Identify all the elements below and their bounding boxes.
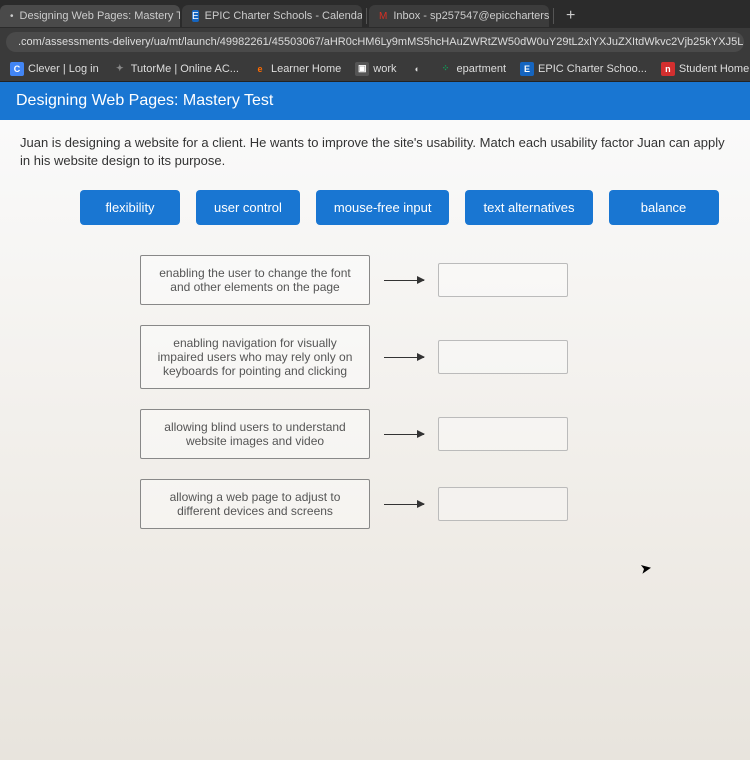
drop-zone-0[interactable]	[438, 263, 568, 297]
option-balance[interactable]: balance	[609, 190, 719, 225]
bookmark-label: Learner Home	[271, 63, 341, 75]
match-prompt-0: enabling the user to change the font and…	[140, 255, 370, 305]
bookmark-label: TutorMe | Online AC...	[131, 63, 239, 75]
tab-label-0: Designing Web Pages: Mastery T	[20, 10, 180, 22]
match-row-3: allowing a web page to adjust to differe…	[140, 479, 730, 529]
page-content: Designing Web Pages: Mastery Test Juan i…	[0, 82, 750, 760]
bookmark-icon: C	[10, 62, 24, 76]
tab-favicon-1: E	[192, 10, 199, 22]
match-row-0: enabling the user to change the font and…	[140, 255, 730, 305]
bookmark-icon: E	[520, 62, 534, 76]
bookmark-icon: ◐	[411, 62, 425, 76]
page-body: Juan is designing a website for a client…	[0, 120, 750, 760]
bookmark-icon: ⁘	[439, 62, 453, 76]
bookmark-4[interactable]: ◐	[411, 62, 425, 76]
arrow-icon	[384, 434, 424, 435]
bookmark-label: EPIC Charter Schoo...	[538, 63, 647, 75]
tabs-row: • Designing Web Pages: Mastery T × E EPI…	[0, 0, 750, 28]
match-prompt-1: enabling navigation for visually impaire…	[140, 325, 370, 389]
match-row-1: enabling navigation for visually impaire…	[140, 325, 730, 389]
address-bar[interactable]: .com/assessments-delivery/ua/mt/launch/4…	[6, 32, 744, 52]
tab-favicon-2: M	[379, 10, 387, 22]
bookmark-0[interactable]: C Clever | Log in	[10, 62, 99, 76]
page-title: Designing Web Pages: Mastery Test	[0, 82, 750, 120]
arrow-icon	[384, 280, 424, 281]
bookmark-label: work	[373, 63, 396, 75]
bookmark-icon: ▣	[355, 62, 369, 76]
tab-separator	[366, 8, 367, 24]
drop-zone-3[interactable]	[438, 487, 568, 521]
options-row: flexibility user control mouse-free inpu…	[80, 190, 730, 225]
address-row: .com/assessments-delivery/ua/mt/launch/4…	[0, 28, 750, 56]
option-mouse-free-input[interactable]: mouse-free input	[316, 190, 450, 225]
bookmark-5[interactable]: ⁘ epartment	[439, 62, 507, 76]
tab-2[interactable]: M Inbox - sp257547@epiccharters ×	[369, 5, 549, 27]
tab-label-1: EPIC Charter Schools - Calendar	[205, 10, 362, 22]
tab-1[interactable]: E EPIC Charter Schools - Calendar ×	[182, 5, 362, 27]
tab-separator	[553, 8, 554, 24]
option-text-alternatives[interactable]: text alternatives	[465, 190, 592, 225]
matches-area: enabling the user to change the font and…	[140, 255, 730, 529]
bookmark-label: Clever | Log in	[28, 63, 99, 75]
option-flexibility[interactable]: flexibility	[80, 190, 180, 225]
mouse-cursor-icon: ➤	[639, 559, 654, 578]
arrow-icon	[384, 357, 424, 358]
bookmark-6[interactable]: E EPIC Charter Schoo...	[520, 62, 647, 76]
match-prompt-3: allowing a web page to adjust to differe…	[140, 479, 370, 529]
instructions-text: Juan is designing a website for a client…	[20, 134, 730, 170]
tab-favicon-0: •	[10, 10, 14, 22]
bookmark-3[interactable]: ▣ work	[355, 62, 396, 76]
browser-chrome: • Designing Web Pages: Mastery T × E EPI…	[0, 0, 750, 82]
tab-label-2: Inbox - sp257547@epiccharters	[393, 10, 549, 22]
bookmark-icon: e	[253, 62, 267, 76]
drop-zone-1[interactable]	[438, 340, 568, 374]
tab-0[interactable]: • Designing Web Pages: Mastery T ×	[0, 5, 180, 27]
option-user-control[interactable]: user control	[196, 190, 300, 225]
bookmark-icon: n	[661, 62, 675, 76]
match-row-2: allowing blind users to understand websi…	[140, 409, 730, 459]
bookmark-2[interactable]: e Learner Home	[253, 62, 341, 76]
bookmarks-row: C Clever | Log in ✦ TutorMe | Online AC...…	[0, 56, 750, 82]
drop-zone-2[interactable]	[438, 417, 568, 451]
bookmark-icon: ✦	[113, 62, 127, 76]
new-tab-button[interactable]: +	[556, 7, 585, 25]
bookmark-label: Student Home | No...	[679, 63, 750, 75]
bookmark-label: epartment	[457, 63, 507, 75]
bookmark-7[interactable]: n Student Home | No...	[661, 62, 750, 76]
bookmark-1[interactable]: ✦ TutorMe | Online AC...	[113, 62, 239, 76]
match-prompt-2: allowing blind users to understand websi…	[140, 409, 370, 459]
arrow-icon	[384, 504, 424, 505]
